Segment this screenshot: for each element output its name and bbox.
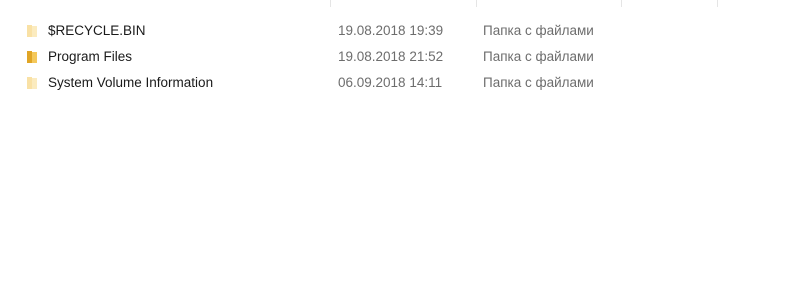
column-header-strip [0,0,800,8]
column-divider-date[interactable] [330,0,331,7]
file-date-modified: 19.08.2018 19:39 [338,23,444,38]
column-divider-end[interactable] [717,0,718,7]
folder-faded-icon [26,76,38,90]
file-date-modified: 19.08.2018 21:52 [338,49,444,64]
file-row-program-files[interactable]: Program Files 19.08.2018 21:52 Папка с ф… [0,44,800,70]
column-divider-type[interactable] [476,0,477,7]
column-divider-size[interactable] [621,0,622,7]
file-date-modified: 06.09.2018 14:11 [338,75,443,90]
folder-faded-icon [26,24,38,38]
file-list: $RECYCLE.BIN 19.08.2018 19:39 Папка с фа… [0,18,800,96]
file-row-system-volume-information[interactable]: System Volume Information 06.09.2018 14:… [0,70,800,96]
file-row-recycle-bin[interactable]: $RECYCLE.BIN 19.08.2018 19:39 Папка с фа… [0,18,800,44]
file-type: Папка с файлами [483,75,594,90]
file-name: System Volume Information [48,75,214,90]
file-name: Program Files [48,49,133,64]
folder-icon [26,50,38,64]
file-type: Папка с файлами [483,23,594,38]
file-type: Папка с файлами [483,49,594,64]
file-name: $RECYCLE.BIN [48,23,146,38]
